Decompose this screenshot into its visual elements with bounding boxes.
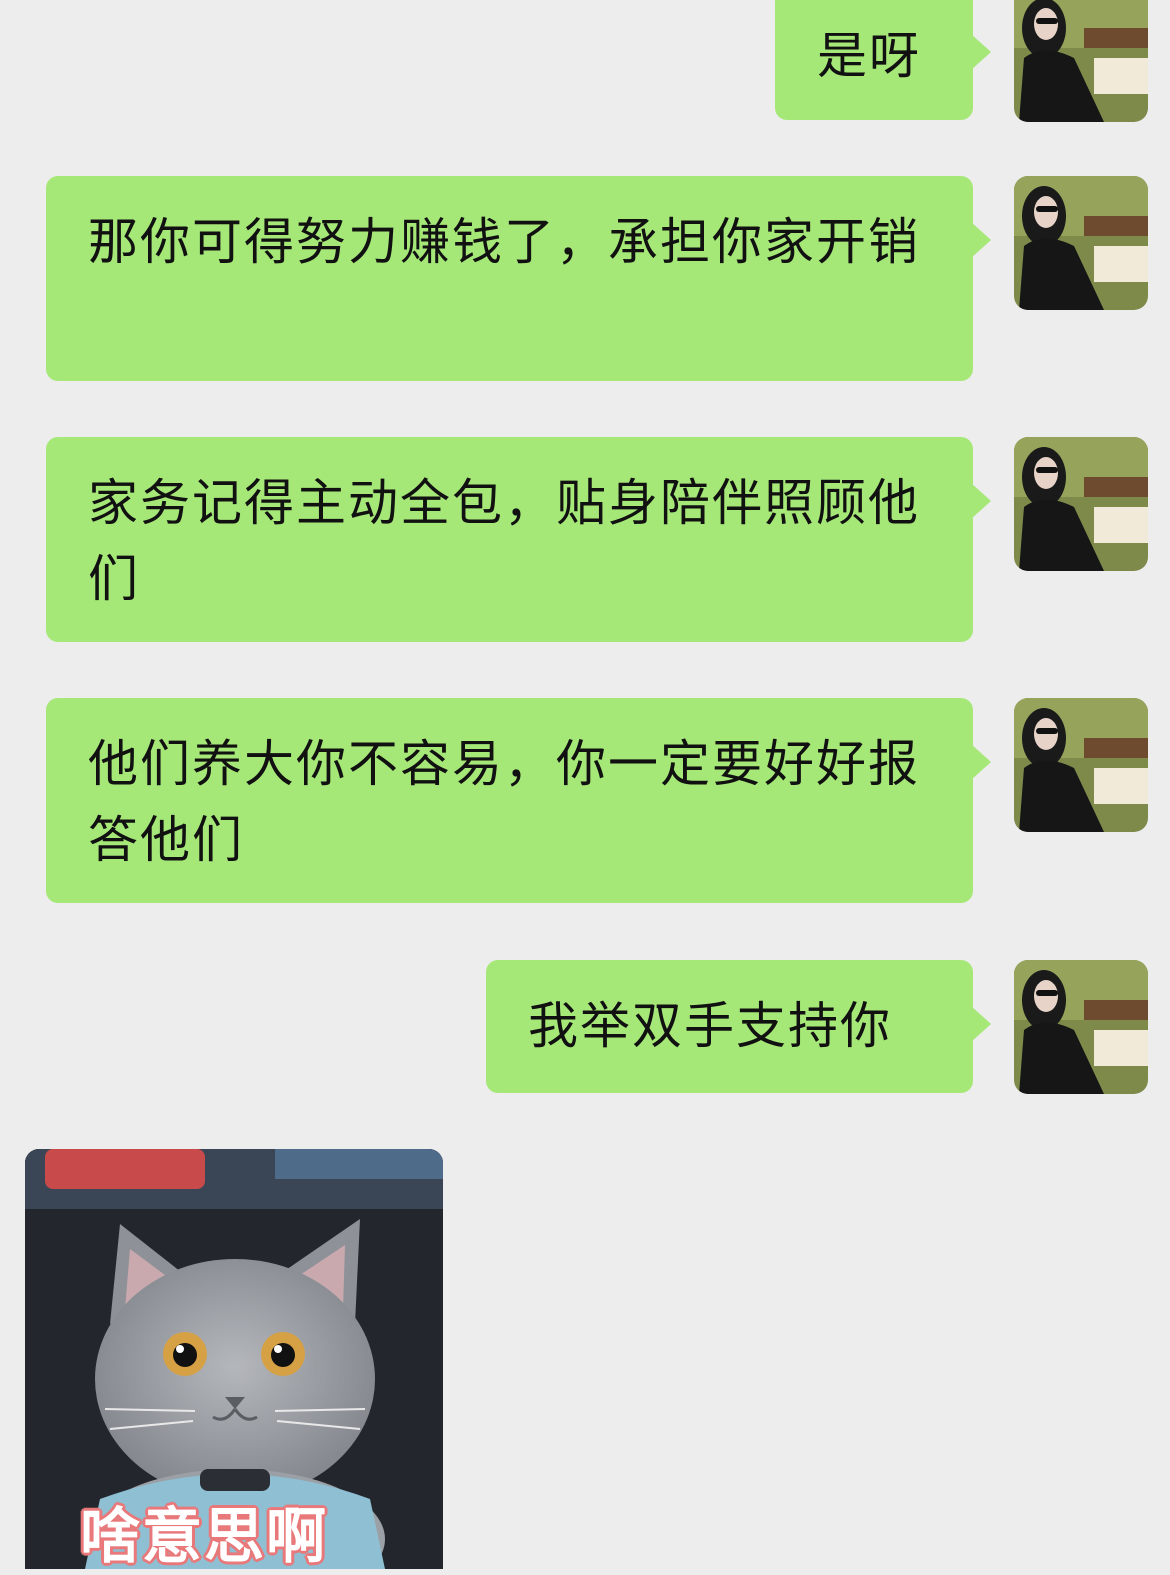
avatar[interactable]	[1014, 437, 1148, 571]
chat-message-list[interactable]: 是呀 那你可得努力赚钱了，承担你家开销 家务记得主动全包，贴身陪伴照顾他们 他们…	[0, 0, 1170, 1572]
message-bubble[interactable]: 我举双手支持你	[486, 960, 991, 1093]
user-avatar-photo-icon	[1014, 698, 1148, 832]
avatar[interactable]	[1014, 0, 1148, 122]
user-avatar-photo-icon	[1014, 437, 1148, 571]
message-text: 我举双手支持你	[528, 997, 892, 1055]
avatar[interactable]	[1014, 698, 1148, 832]
message-bubble[interactable]: 那你可得努力赚钱了，承担你家开销	[46, 176, 991, 381]
message-text: 那你可得努力赚钱了，承担你家开销	[88, 213, 920, 271]
message-text: 是呀	[817, 27, 921, 85]
sticker-caption: 啥意思啊	[80, 1502, 328, 1572]
user-avatar-photo-icon	[1014, 0, 1148, 122]
avatar[interactable]	[1014, 960, 1148, 1094]
message-bubble[interactable]: 家务记得主动全包，贴身陪伴照顾他们	[46, 437, 991, 642]
message-bubble[interactable]: 是呀	[775, 0, 991, 120]
message-bubble[interactable]: 他们养大你不容易，你一定要好好报答他们	[46, 698, 991, 903]
user-avatar-photo-icon	[1014, 960, 1148, 1094]
message-text: 家务记得主动全包，贴身陪伴照顾他们	[88, 474, 920, 608]
message-text: 他们养大你不容易，你一定要好好报答他们	[88, 735, 920, 869]
avatar[interactable]	[1014, 176, 1148, 310]
user-avatar-photo-icon	[1014, 176, 1148, 310]
